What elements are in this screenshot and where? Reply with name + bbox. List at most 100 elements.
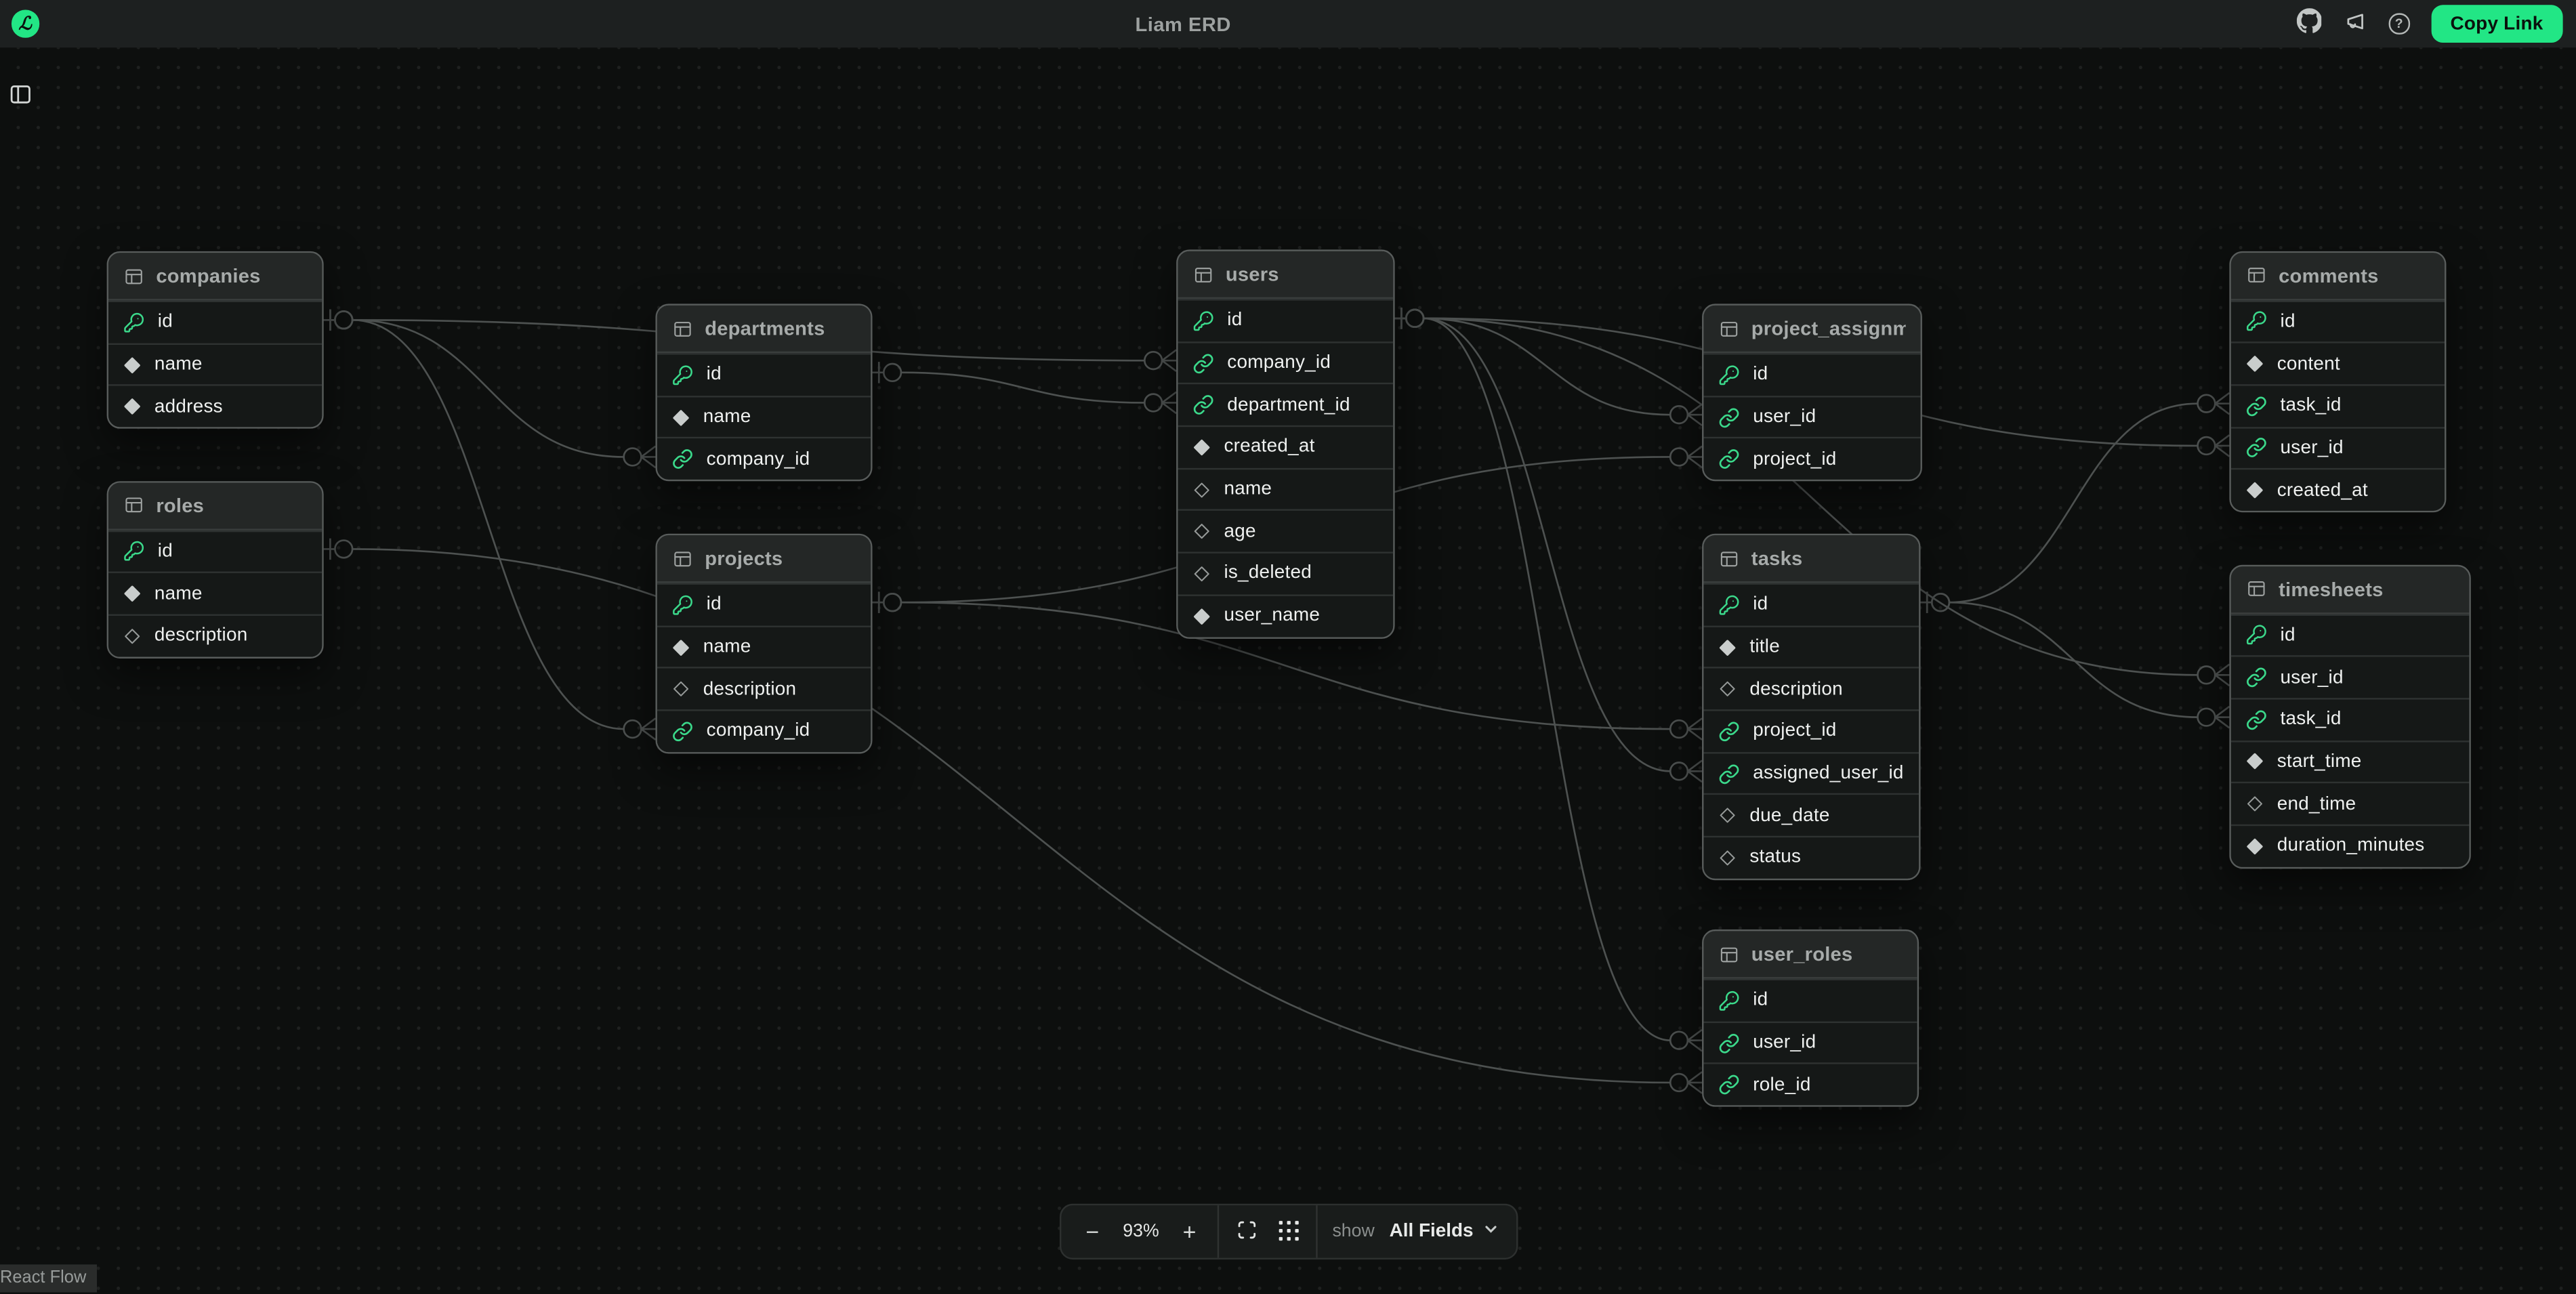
column-row-projects-id[interactable]: id — [657, 583, 871, 625]
column-row-timesheets-start_time[interactable]: start_time — [2231, 740, 2470, 782]
column-row-user_roles-role_id[interactable]: role_id — [1703, 1063, 1917, 1105]
column-row-tasks-assigned_user_id[interactable]: assigned_user_id — [1703, 752, 1919, 794]
fit-view-button[interactable] — [1234, 1217, 1260, 1247]
help-icon: ? — [2389, 14, 2409, 34]
column-row-users-user_name[interactable]: user_name — [1178, 594, 1394, 636]
column-row-companies-id[interactable]: id — [108, 301, 322, 343]
column-row-timesheets-duration_minutes[interactable]: duration_minutes — [2231, 825, 2470, 867]
column-row-users-id[interactable]: id — [1178, 299, 1394, 341]
column-row-comments-user_id[interactable]: user_id — [2231, 426, 2445, 468]
table-icon — [672, 318, 694, 339]
table-header[interactable]: project_assignme... — [1703, 306, 1920, 353]
table-node-users[interactable]: usersidcompany_id department_id created_at… — [1176, 249, 1394, 638]
table-header[interactable]: departments — [657, 306, 871, 353]
column-row-users-department_id[interactable]: department_id — [1178, 383, 1394, 425]
table-node-roles[interactable]: rolesidnamedescription — [107, 480, 324, 658]
column-name: due_date — [1749, 806, 1829, 826]
column-row-comments-created_at[interactable]: created_at — [2231, 468, 2445, 510]
announcements-button[interactable] — [2343, 9, 2367, 39]
column-row-project_assignments-project_id[interactable]: project_id — [1703, 438, 1920, 480]
primary-key-icon — [1718, 990, 1740, 1011]
liam-logo[interactable]: ℒ — [12, 10, 39, 37]
show-label: show — [1332, 1222, 1374, 1241]
column-row-departments-id[interactable]: id — [657, 353, 871, 395]
column-row-timesheets-user_id[interactable]: user_id — [2231, 656, 2470, 698]
column-row-companies-name[interactable]: name — [108, 343, 322, 385]
column-row-tasks-project_id[interactable]: project_id — [1703, 709, 1919, 751]
column-row-projects-company_id[interactable]: company_id — [657, 709, 871, 751]
column-row-companies-address[interactable]: address — [108, 385, 322, 427]
table-node-departments[interactable]: departmentsid name company_id — [655, 304, 872, 481]
fields-filter-dropdown[interactable]: All Fields — [1390, 1222, 1498, 1241]
column-row-departments-name[interactable]: name — [657, 395, 871, 437]
column-row-projects-description[interactable]: description — [657, 667, 871, 709]
column-row-comments-content[interactable]: content — [2231, 342, 2445, 384]
table-node-projects[interactable]: projectsid name descriptioncompany_id — [655, 534, 872, 753]
column-row-comments-id[interactable]: id — [2231, 299, 2445, 341]
column-row-tasks-title[interactable]: title — [1703, 625, 1919, 667]
column-row-projects-name[interactable]: name — [657, 625, 871, 667]
column-name: department_id — [1227, 395, 1350, 415]
table-header[interactable]: timesheets — [2231, 566, 2470, 613]
column-row-user_roles-id[interactable]: id — [1703, 979, 1917, 1021]
table-header[interactable]: user_roles — [1703, 931, 1917, 978]
table-node-comments[interactable]: comments idcontenttask_iduser_id created_a… — [2229, 251, 2446, 512]
foreign-key-icon — [1718, 1032, 1740, 1053]
table-node-project_assignments[interactable]: project_assignme...iduser_idproject_id — [1702, 304, 1922, 481]
column-row-timesheets-id[interactable]: id — [2231, 613, 2470, 655]
column-row-departments-company_id[interactable]: company_id — [657, 438, 871, 480]
column-row-roles-id[interactable]: id — [108, 530, 322, 572]
column-row-users-name[interactable]: name — [1178, 467, 1394, 509]
table-name: comments — [2279, 264, 2430, 287]
column-row-project_assignments-id[interactable]: id — [1703, 353, 1920, 395]
sidebar-toggle-button[interactable] — [10, 84, 32, 110]
column-row-timesheets-end_time[interactable]: end_time — [2231, 782, 2470, 824]
not-null-icon — [1192, 607, 1211, 625]
column-row-timesheets-task_id[interactable]: task_id — [2231, 698, 2470, 740]
grid-dots-icon — [1277, 1219, 1299, 1244]
column-row-tasks-description[interactable]: description — [1703, 667, 1919, 709]
react-flow-attribution[interactable]: React Flow — [0, 1264, 96, 1292]
zoom-out-button[interactable]: − — [1079, 1217, 1106, 1247]
help-button[interactable]: ? — [2389, 14, 2409, 34]
table-node-timesheets[interactable]: timesheets id user_idtask_idstart_timeend_… — [2229, 564, 2470, 869]
tidy-up-button[interactable] — [1275, 1217, 1302, 1247]
table-node-user_roles[interactable]: user_rolesid user_id role_id — [1702, 930, 1919, 1107]
table-header[interactable]: users — [1178, 251, 1394, 299]
column-row-users-company_id[interactable]: company_id — [1178, 341, 1394, 383]
table-header[interactable]: comments — [2231, 252, 2445, 299]
copy-link-button[interactable]: Copy Link — [2430, 5, 2562, 43]
foreign-key-icon — [672, 448, 694, 470]
column-row-tasks-due_date[interactable]: due_date — [1703, 794, 1919, 836]
column-name: name — [703, 638, 751, 657]
github-button[interactable] — [2296, 9, 2322, 39]
column-row-users-age[interactable]: age — [1178, 509, 1394, 551]
table-node-companies[interactable]: companiesidnameaddress — [107, 251, 324, 429]
column-row-tasks-id[interactable]: id — [1703, 583, 1919, 625]
table-icon — [1718, 547, 1740, 569]
not-null-icon — [2246, 753, 2264, 771]
column-row-users-created_at[interactable]: created_at — [1178, 425, 1394, 467]
table-icon — [1192, 264, 1214, 285]
column-name: name — [703, 407, 751, 427]
column-row-roles-description[interactable]: description — [108, 614, 322, 656]
column-name: user_id — [1753, 1033, 1816, 1053]
column-row-users-is_deleted[interactable]: is_deleted — [1178, 552, 1394, 594]
column-name: created_at — [2277, 480, 2368, 500]
column-row-tasks-status[interactable]: status — [1703, 836, 1919, 878]
table-header[interactable]: companies — [108, 253, 322, 300]
zoom-in-button[interactable]: + — [1176, 1217, 1203, 1247]
column-row-comments-task_id[interactable]: task_id — [2231, 384, 2445, 426]
column-row-roles-name[interactable]: name — [108, 572, 322, 614]
column-row-user_roles-user_id[interactable]: user_id — [1703, 1021, 1917, 1063]
diagram-canvas[interactable] — [0, 47, 2576, 1294]
column-row-project_assignments-user_id[interactable]: user_id — [1703, 395, 1920, 437]
not-null-icon — [1192, 438, 1211, 457]
table-header[interactable]: tasks — [1703, 535, 1919, 583]
app-root: companiesidnameaddressrolesidnamedescrip… — [0, 0, 2576, 1294]
github-icon — [2296, 9, 2322, 39]
table-header[interactable]: projects — [657, 535, 871, 583]
table-header[interactable]: roles — [108, 482, 322, 529]
table-node-tasks[interactable]: tasksidtitledescriptionproject_idassigne… — [1702, 534, 1920, 880]
column-name: id — [2281, 625, 2295, 645]
